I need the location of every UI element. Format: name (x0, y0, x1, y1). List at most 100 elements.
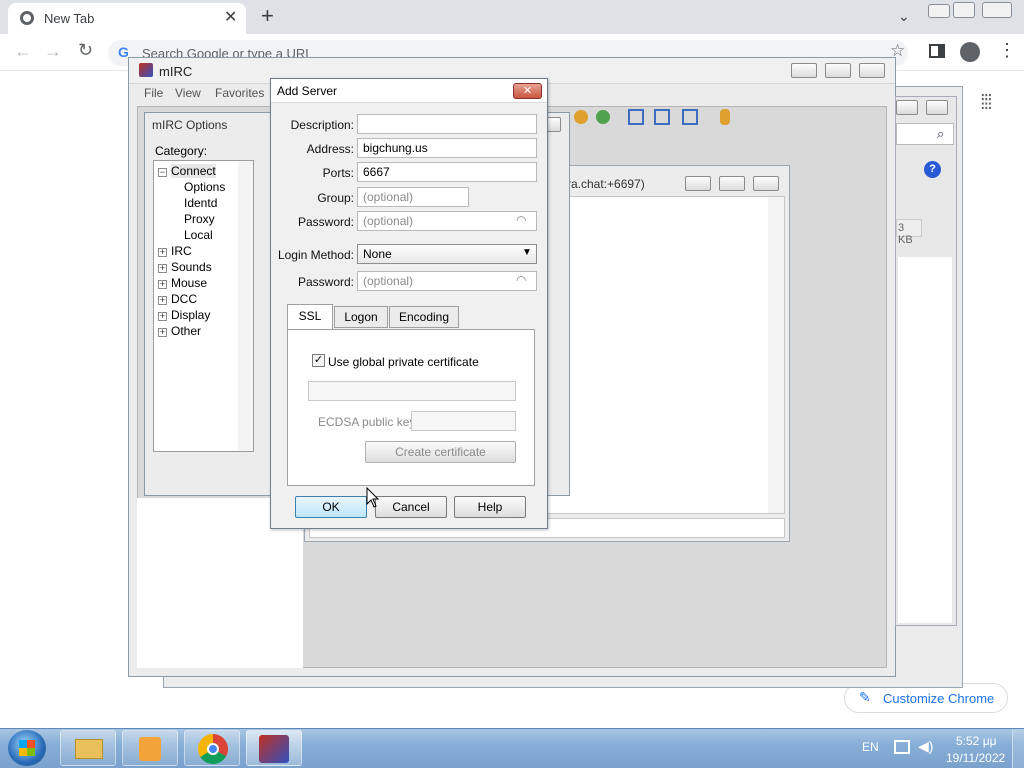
side-panel-icon[interactable] (929, 44, 945, 58)
taskbar-chrome[interactable] (184, 730, 240, 766)
collapse-icon[interactable]: − (158, 168, 167, 177)
address-field[interactable]: bigchung.us (357, 138, 537, 158)
tab-ssl-label: SSL (298, 309, 322, 323)
tree-item-irc[interactable]: + IRC (158, 243, 192, 259)
menu-favorites[interactable]: Favorites (215, 86, 264, 100)
toolbar-help-icon[interactable] (720, 109, 730, 125)
password-field[interactable]: (optional) ◠ (357, 211, 537, 231)
browser-restore-button[interactable] (953, 2, 975, 18)
password-label: Password: (297, 215, 354, 229)
toolbar-globe-icon[interactable] (574, 110, 588, 124)
tab-close-icon[interactable]: ✕ (224, 7, 237, 27)
expand-icon[interactable]: + (158, 312, 167, 321)
tree-label: Connect (171, 164, 216, 178)
tree-item-identd[interactable]: Identd (184, 195, 217, 211)
volume-icon[interactable]: ◀) (918, 738, 933, 755)
tree-item-other[interactable]: + Other (158, 323, 201, 339)
child-right-restore-button[interactable] (896, 100, 918, 115)
login-password-field[interactable]: (optional) ◠ (357, 271, 537, 291)
tree-item-mouse[interactable]: + Mouse (158, 275, 207, 291)
add-server-close-button[interactable]: ✕ (513, 83, 542, 99)
tree-item-options[interactable]: Options (184, 179, 225, 195)
menu-file[interactable]: File (144, 86, 163, 100)
tree-label: IRC (171, 244, 192, 258)
expand-icon[interactable]: + (158, 280, 167, 289)
tree-label: Sounds (171, 260, 212, 274)
help-icon[interactable]: ? (924, 161, 941, 178)
cancel-label: Cancel (392, 500, 430, 514)
mirc-close-button[interactable] (859, 63, 885, 78)
mirc-minimize-button[interactable] (791, 63, 817, 78)
login-method-select[interactable]: None ▼ (357, 244, 537, 264)
chrome-tab[interactable]: New Tab ✕ (8, 3, 246, 34)
browser-minimize-button[interactable] (928, 4, 950, 18)
tree-item-dcc[interactable]: + DCC (158, 291, 197, 307)
tree-item-proxy[interactable]: Proxy (184, 211, 215, 227)
use-global-cert-label: Use global private certificate (328, 355, 479, 369)
windows-logo-icon (19, 740, 35, 756)
toolbar-channels-icon[interactable] (596, 110, 610, 124)
pencil-icon: ✎ (859, 689, 871, 705)
taskbar-mirc[interactable] (246, 730, 302, 766)
toolbar-cascade-icon[interactable] (682, 109, 698, 125)
show-desktop-button[interactable] (1012, 729, 1024, 768)
expand-icon[interactable]: + (158, 264, 167, 273)
tree-item-connect[interactable]: − Connect (158, 163, 216, 179)
status-maximize-button[interactable] (719, 176, 745, 191)
toolbar-tile-v-icon[interactable] (654, 109, 670, 125)
tree-label: Proxy (184, 212, 215, 226)
profile-avatar-icon[interactable] (960, 42, 980, 62)
description-label: Description: (290, 118, 354, 132)
back-icon[interactable]: ← (14, 41, 32, 62)
tab-encoding-label: Encoding (398, 310, 450, 324)
cancel-button[interactable]: Cancel (375, 496, 447, 518)
show-password-eye-icon[interactable]: ◠ (516, 213, 526, 227)
use-global-cert-checkbox[interactable]: ✓ (312, 354, 325, 367)
status-scrollbar[interactable] (768, 197, 784, 513)
password-placeholder: (optional) (363, 214, 414, 228)
status-minimize-button[interactable] (685, 176, 711, 191)
category-tree: − Connect Options Identd Proxy Local + IRC… (153, 160, 254, 452)
clock-date[interactable]: 19/11/2022 (946, 751, 1005, 765)
taskbar-media-player[interactable] (122, 730, 178, 766)
group-label: Group: (317, 191, 354, 205)
forward-icon[interactable]: → (44, 41, 62, 62)
tree-item-local[interactable]: Local (184, 227, 213, 243)
menu-view[interactable]: View (175, 86, 201, 100)
tab-logon[interactable]: Logon (334, 306, 388, 328)
customize-chrome-label: Customize Chrome (883, 691, 995, 706)
tab-encoding[interactable]: Encoding (389, 306, 459, 328)
expand-icon[interactable]: + (158, 296, 167, 305)
tree-item-sounds[interactable]: + Sounds (158, 259, 212, 275)
tree-scrollbar[interactable] (238, 161, 253, 451)
ports-field[interactable]: 6667 (357, 162, 537, 182)
reload-icon[interactable]: ↻ (78, 40, 93, 61)
browser-close-button[interactable] (982, 2, 1012, 18)
start-button[interactable] (8, 730, 46, 766)
toolbar-tile-h-icon[interactable] (628, 109, 644, 125)
expand-icon[interactable]: + (158, 328, 167, 337)
expand-icon[interactable]: + (158, 248, 167, 257)
mirc-maximize-button[interactable] (825, 63, 851, 78)
child-right-close-button[interactable] (926, 100, 948, 115)
status-close-button[interactable] (753, 176, 779, 191)
ok-button[interactable]: OK (295, 496, 367, 518)
chrome-menu-icon[interactable]: ⋮ (998, 40, 1016, 61)
taskbar-explorer[interactable] (60, 730, 116, 766)
address-label: Address: (306, 142, 354, 156)
help-button[interactable]: Help (454, 496, 526, 518)
tab-ssl[interactable]: SSL (287, 304, 333, 330)
network-icon[interactable] (894, 740, 910, 754)
group-field[interactable]: (optional) (357, 187, 469, 207)
child-right-search-box[interactable]: ⌕ (896, 123, 954, 145)
tab-search-chevron-icon[interactable]: ⌄ (898, 8, 910, 25)
options-title: mIRC Options (152, 118, 228, 132)
google-apps-icon[interactable]: ⁞⁞⁞ (980, 92, 993, 115)
new-tab-button[interactable]: + (261, 3, 274, 29)
show-password-eye-icon[interactable]: ◠ (516, 273, 526, 287)
language-indicator[interactable]: EN (862, 740, 879, 754)
tree-item-display[interactable]: + Display (158, 307, 210, 323)
clock-time[interactable]: 5:52 μμ (956, 734, 997, 748)
media-player-icon (139, 737, 161, 761)
description-field[interactable] (357, 114, 537, 134)
